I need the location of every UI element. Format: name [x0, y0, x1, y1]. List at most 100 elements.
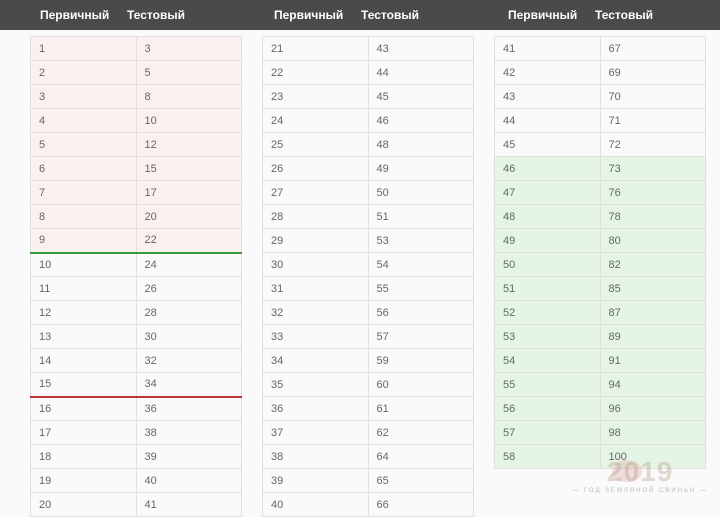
- test-cell: 72: [600, 133, 706, 157]
- primary-cell: 42: [495, 61, 601, 85]
- primary-cell: 48: [495, 205, 601, 229]
- table-row: 3357: [263, 325, 474, 349]
- test-cell: 36: [136, 397, 242, 421]
- test-cell: 64: [368, 445, 474, 469]
- table-row: 25: [31, 61, 242, 85]
- table-row: 1940: [31, 469, 242, 493]
- table-row: 1228: [31, 301, 242, 325]
- test-cell: 80: [600, 229, 706, 253]
- test-cell: 8: [136, 85, 242, 109]
- primary-cell: 14: [31, 349, 137, 373]
- primary-cell: 26: [263, 157, 369, 181]
- primary-cell: 19: [31, 469, 137, 493]
- test-cell: 46: [368, 109, 474, 133]
- primary-cell: 17: [31, 421, 137, 445]
- test-cell: 91: [600, 349, 706, 373]
- primary-cell: 43: [495, 85, 601, 109]
- tables-container: 1325384105126157178209221024112612281330…: [0, 30, 720, 517]
- table-row: 2446: [263, 109, 474, 133]
- header-col-test: Тестовый: [587, 8, 674, 22]
- test-cell: 34: [136, 373, 242, 397]
- test-cell: 12: [136, 133, 242, 157]
- test-cell: 44: [368, 61, 474, 85]
- test-cell: 43: [368, 37, 474, 61]
- table-row: 58100: [495, 445, 706, 469]
- test-cell: 30: [136, 325, 242, 349]
- primary-cell: 22: [263, 61, 369, 85]
- table-row: 922: [31, 229, 242, 253]
- primary-cell: 25: [263, 133, 369, 157]
- header-group: Первичный Тестовый: [32, 8, 244, 22]
- test-cell: 32: [136, 349, 242, 373]
- primary-cell: 16: [31, 397, 137, 421]
- test-cell: 55: [368, 277, 474, 301]
- table-row: 5287: [495, 301, 706, 325]
- table-row: 5389: [495, 325, 706, 349]
- table-row: 4572: [495, 133, 706, 157]
- primary-cell: 20: [31, 493, 137, 517]
- table-row: 3864: [263, 445, 474, 469]
- primary-cell: 40: [263, 493, 369, 517]
- test-cell: 57: [368, 325, 474, 349]
- test-cell: 20: [136, 205, 242, 229]
- test-cell: 96: [600, 397, 706, 421]
- primary-cell: 38: [263, 445, 369, 469]
- test-cell: 82: [600, 253, 706, 277]
- table-row: 512: [31, 133, 242, 157]
- table-row: 1636: [31, 397, 242, 421]
- test-cell: 49: [368, 157, 474, 181]
- test-cell: 60: [368, 373, 474, 397]
- table-row: 4673: [495, 157, 706, 181]
- test-cell: 70: [600, 85, 706, 109]
- primary-cell: 57: [495, 421, 601, 445]
- primary-cell: 30: [263, 253, 369, 277]
- primary-cell: 36: [263, 397, 369, 421]
- primary-cell: 10: [31, 253, 137, 277]
- test-cell: 89: [600, 325, 706, 349]
- table-row: 1534: [31, 373, 242, 397]
- test-cell: 71: [600, 109, 706, 133]
- table-row: 4269: [495, 61, 706, 85]
- table-row: 2851: [263, 205, 474, 229]
- header-col-primary: Первичный: [266, 8, 353, 22]
- test-cell: 3: [136, 37, 242, 61]
- primary-cell: 24: [263, 109, 369, 133]
- test-cell: 45: [368, 85, 474, 109]
- primary-cell: 56: [495, 397, 601, 421]
- test-cell: 56: [368, 301, 474, 325]
- primary-cell: 47: [495, 181, 601, 205]
- table-row: 4370: [495, 85, 706, 109]
- primary-cell: 6: [31, 157, 137, 181]
- primary-cell: 39: [263, 469, 369, 493]
- primary-cell: 52: [495, 301, 601, 325]
- primary-cell: 29: [263, 229, 369, 253]
- table-row: 2548: [263, 133, 474, 157]
- test-cell: 38: [136, 421, 242, 445]
- table-row: 1024: [31, 253, 242, 277]
- table-row: 1432: [31, 349, 242, 373]
- table-row: 5798: [495, 421, 706, 445]
- header-col-test: Тестовый: [353, 8, 440, 22]
- test-cell: 53: [368, 229, 474, 253]
- table-row: 3965: [263, 469, 474, 493]
- table-row: 2244: [263, 61, 474, 85]
- table-row: 3155: [263, 277, 474, 301]
- table-row: 4471: [495, 109, 706, 133]
- test-cell: 76: [600, 181, 706, 205]
- table-row: 5491: [495, 349, 706, 373]
- primary-cell: 37: [263, 421, 369, 445]
- table-row: 4167: [495, 37, 706, 61]
- table-row: 13: [31, 37, 242, 61]
- primary-cell: 5: [31, 133, 137, 157]
- primary-cell: 35: [263, 373, 369, 397]
- test-cell: 62: [368, 421, 474, 445]
- table-row: 5594: [495, 373, 706, 397]
- test-cell: 15: [136, 157, 242, 181]
- table-row: 2345: [263, 85, 474, 109]
- table-row: 3256: [263, 301, 474, 325]
- test-cell: 67: [600, 37, 706, 61]
- table-row: 1126: [31, 277, 242, 301]
- test-cell: 39: [136, 445, 242, 469]
- primary-cell: 33: [263, 325, 369, 349]
- primary-cell: 54: [495, 349, 601, 373]
